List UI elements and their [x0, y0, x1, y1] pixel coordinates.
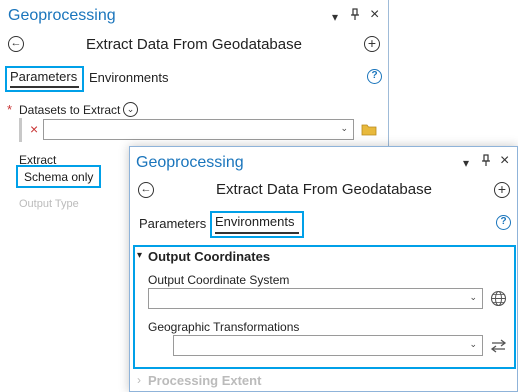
pane-title: Geoprocessing	[136, 154, 244, 171]
close-icon[interactable]: ×	[370, 6, 379, 24]
add-icon[interactable]: +	[364, 36, 380, 52]
active-tab-underline	[10, 86, 79, 88]
geographic-transformations-select[interactable]: ⌄	[173, 335, 483, 356]
chevron-down-icon[interactable]: ⌄	[340, 123, 348, 134]
globe-icon[interactable]	[490, 290, 507, 312]
back-arrow-icon[interactable]: ←	[138, 182, 154, 198]
tab-parameters-label: Parameters	[10, 69, 78, 84]
pane-title: Geoprocessing	[8, 7, 116, 24]
geoprocessing-pane-front: Geoprocessing ▾ × ← Extract Data From Ge…	[129, 146, 518, 392]
pane-menu-dropdown-icon[interactable]: ▾	[463, 156, 469, 170]
section-collapsed-icon[interactable]: ›	[137, 373, 141, 387]
required-marker: *	[7, 102, 13, 117]
add-icon[interactable]: +	[494, 182, 510, 198]
geographic-transformations-label: Geographic Transformations	[148, 320, 300, 334]
tab-parameters[interactable]: Parameters	[5, 66, 84, 92]
tab-environments-label: Environments	[215, 214, 295, 229]
chevron-down-icon[interactable]: ⌄	[469, 292, 477, 303]
processing-extent-header[interactable]: Processing Extent	[148, 373, 261, 388]
swap-transformations-icon[interactable]	[490, 339, 507, 358]
output-coordinate-system-label: Output Coordinate System	[148, 273, 290, 287]
extract-highlight	[16, 165, 101, 188]
pin-icon[interactable]	[350, 8, 360, 24]
tab-parameters[interactable]: Parameters	[139, 216, 206, 231]
tab-environments[interactable]: Environments	[89, 70, 168, 85]
chevron-down-icon[interactable]: ⌄	[469, 339, 477, 350]
back-arrow-icon[interactable]: ←	[8, 36, 24, 52]
help-icon[interactable]: ?	[367, 69, 382, 84]
output-coordinates-header[interactable]: Output Coordinates	[148, 249, 270, 264]
remove-row-icon[interactable]: ×	[30, 121, 38, 137]
help-icon[interactable]: ?	[496, 215, 511, 230]
tab-environments[interactable]: Environments	[210, 211, 304, 238]
datasets-input[interactable]: ⌄	[43, 119, 354, 140]
datasets-to-extract-label: Datasets to Extract	[19, 103, 121, 117]
row-handle	[19, 118, 22, 142]
pin-icon[interactable]	[481, 154, 491, 170]
close-icon[interactable]: ×	[500, 152, 509, 170]
tool-title: Extract Data From Geodatabase	[216, 181, 432, 198]
pane-menu-dropdown-icon[interactable]: ▾	[332, 10, 338, 24]
active-tab-underline	[215, 232, 299, 234]
output-coordinate-system-select[interactable]: ⌄	[148, 288, 483, 309]
tool-title: Extract Data From Geodatabase	[86, 36, 302, 53]
folder-icon[interactable]	[361, 123, 377, 141]
expand-chevron-icon[interactable]: ⌄	[123, 102, 138, 117]
section-expanded-icon[interactable]: ▾	[137, 250, 142, 261]
output-type-label: Output Type	[19, 198, 79, 210]
